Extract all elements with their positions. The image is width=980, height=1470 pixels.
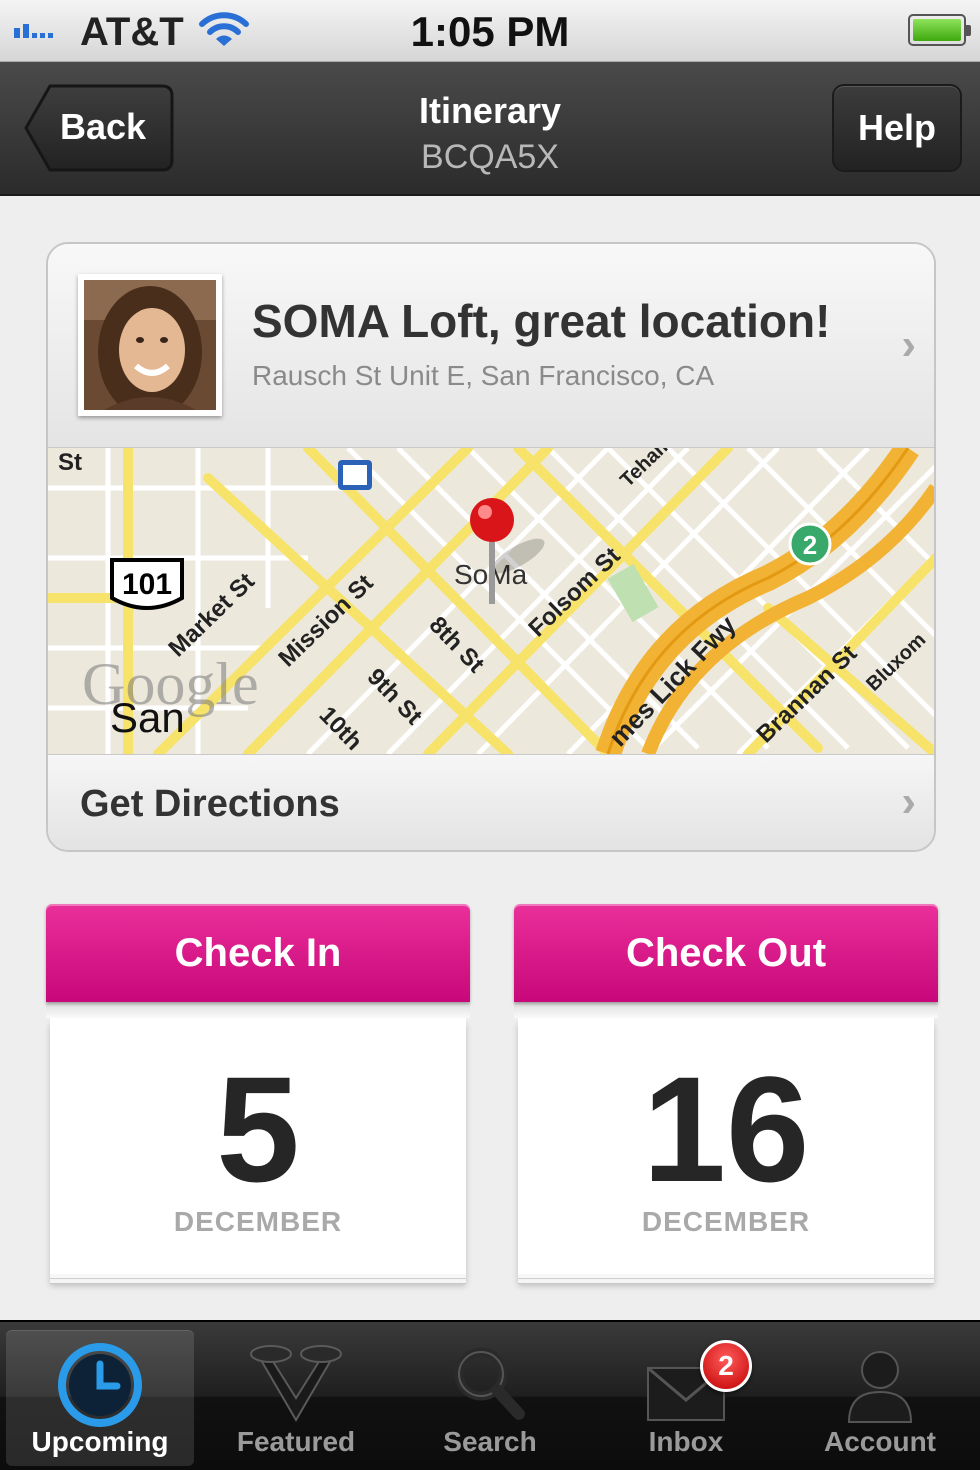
status-time: 1:05 PM [410,8,570,55]
chevron-right-icon: › [901,777,916,826]
get-directions-button[interactable]: Get Directions › [48,754,934,850]
check-in-header: Check In [46,904,470,1002]
check-in-calendar: Check In 5 DECEMBER [46,904,470,1282]
highway-shield-icon: 101 [110,558,184,610]
itinerary-content: SOMA Loft, great location! Rausch St Uni… [0,196,980,1320]
check-out-header: Check Out [514,904,938,1002]
tab-label: Search [443,1426,537,1457]
search-icon [454,1347,525,1420]
tab-upcoming[interactable]: Upcoming [6,1330,194,1466]
host-avatar [78,274,222,418]
listing-title: SOMA Loft, great location! [252,295,831,347]
tab-featured[interactable]: Featured [202,1330,390,1466]
check-out-day: 16 [642,1045,810,1213]
check-out-label: Check Out [625,931,827,975]
check-in-month: DECEMBER [173,1206,343,1237]
location-map[interactable]: 101 2 St Market St Mission St 8th St 9th… [48,448,934,754]
check-out-calendar: Check Out 16 DECEMBER [514,904,938,1282]
tab-label: Upcoming [31,1426,169,1457]
person-icon [847,1351,913,1423]
navigation-bar: Back Itinerary BCQA5X Help [0,62,980,196]
svg-text:St: St [58,449,82,476]
check-in-day: 5 [216,1045,300,1213]
check-out-month: DECEMBER [641,1206,811,1237]
tab-label: Account [824,1426,936,1457]
chevron-right-icon: › [901,320,916,369]
tab-label: Inbox [648,1426,724,1457]
inbox-badge: 2 [700,1340,752,1392]
tab-search[interactable]: Search [396,1330,584,1466]
featured-icon [250,1345,342,1422]
help-button[interactable]: Help [832,84,962,172]
tab-inbox[interactable]: 2 Inbox [592,1330,780,1466]
listing-card: SOMA Loft, great location! Rausch St Uni… [46,242,936,852]
clock-icon [58,1343,142,1427]
tab-label: Featured [236,1426,356,1457]
get-directions-label: Get Directions [80,783,340,825]
check-in-label: Check In [174,931,342,975]
battery-icon [908,14,971,46]
svg-text:101: 101 [122,568,172,601]
status-bar: AT&T 1:05 PM [0,0,980,62]
svg-text:San: San [110,694,185,741]
listing-address: Rausch St Unit E, San Francisco, CA [252,360,715,391]
tab-bar: Upcoming Featured Search 2 Inbox Account [0,1320,980,1470]
tab-account[interactable]: Account [786,1330,974,1466]
svg-text:2: 2 [803,530,817,560]
listing-header-row[interactable]: SOMA Loft, great location! Rausch St Uni… [48,244,934,448]
